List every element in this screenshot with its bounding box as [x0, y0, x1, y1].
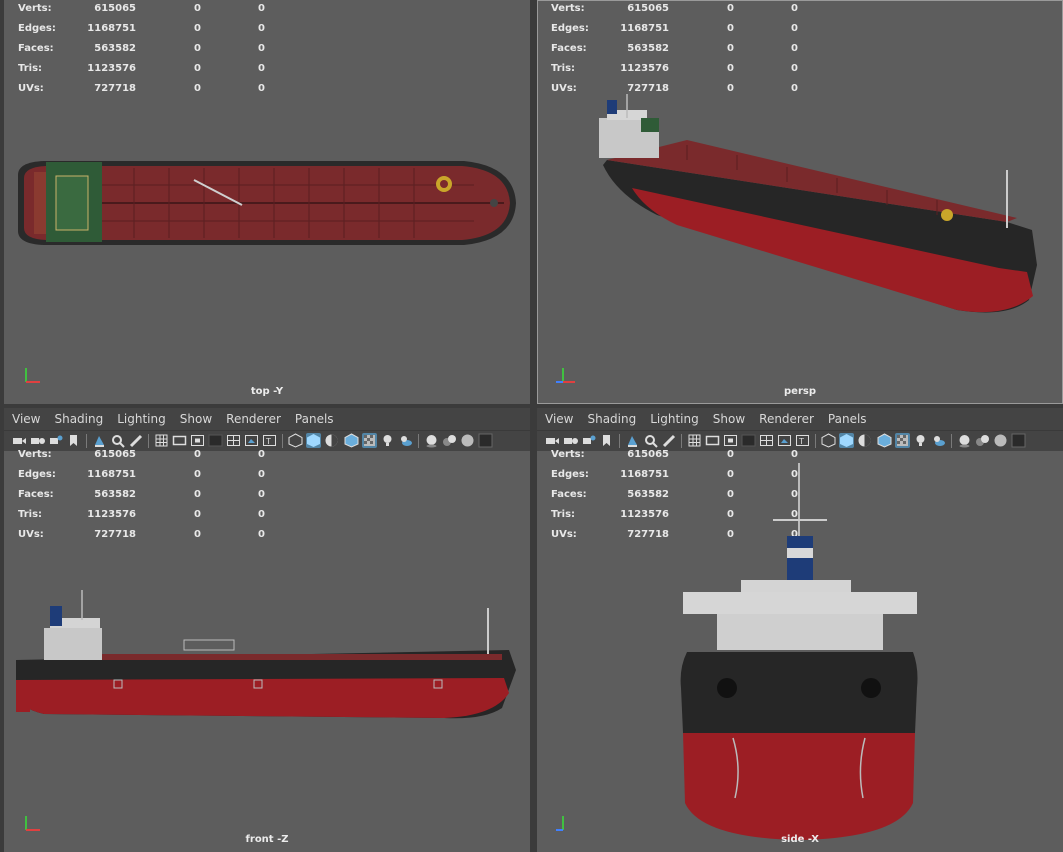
- camera-label: front -Z: [245, 834, 289, 845]
- tanker-model-persp[interactable]: [537, 0, 1063, 404]
- axis-gizmo: [553, 810, 579, 836]
- axis-gizmo: [20, 362, 46, 388]
- viewport-side[interactable]: View Shading Lighting Show Renderer Panels T: [537, 408, 1063, 852]
- tanker-model-front[interactable]: [4, 408, 530, 852]
- viewport-front[interactable]: View Shading Lighting Show Renderer Panels T: [4, 408, 530, 852]
- viewport-persp[interactable]: Verts: 615065 0 0 Edges: 1168751 0 0 Faces: 563…: [537, 0, 1063, 404]
- tanker-model-top[interactable]: [4, 0, 530, 404]
- axis-gizmo: [20, 810, 46, 836]
- camera-label: top -Y: [250, 386, 284, 397]
- viewport-top[interactable]: Verts: 615065 0 0 Edges: 1168751 0 0 Faces: 563…: [4, 0, 530, 404]
- axis-gizmo: [553, 362, 579, 388]
- tanker-model-side[interactable]: [537, 408, 1063, 852]
- camera-label: persp: [784, 386, 816, 397]
- camera-label: side -X: [781, 834, 819, 845]
